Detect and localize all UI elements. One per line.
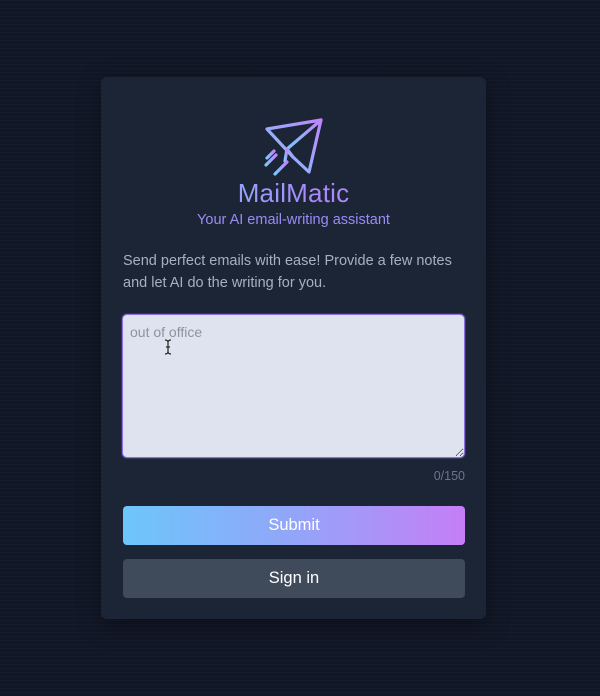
- sign-in-button[interactable]: Sign in: [123, 559, 465, 598]
- submit-button[interactable]: Submit: [123, 506, 465, 545]
- app-title: MailMatic: [101, 177, 486, 209]
- character-counter: 0/150: [433, 469, 465, 483]
- main-card: MailMatic Your AI email-writing assistan…: [101, 77, 486, 619]
- intro-text: Send perfect emails with ease! Provide a…: [123, 253, 452, 291]
- paper-plane-icon: [264, 118, 323, 176]
- notes-input[interactable]: [122, 314, 465, 458]
- app-tagline: Your AI email-writing assistant: [197, 212, 390, 228]
